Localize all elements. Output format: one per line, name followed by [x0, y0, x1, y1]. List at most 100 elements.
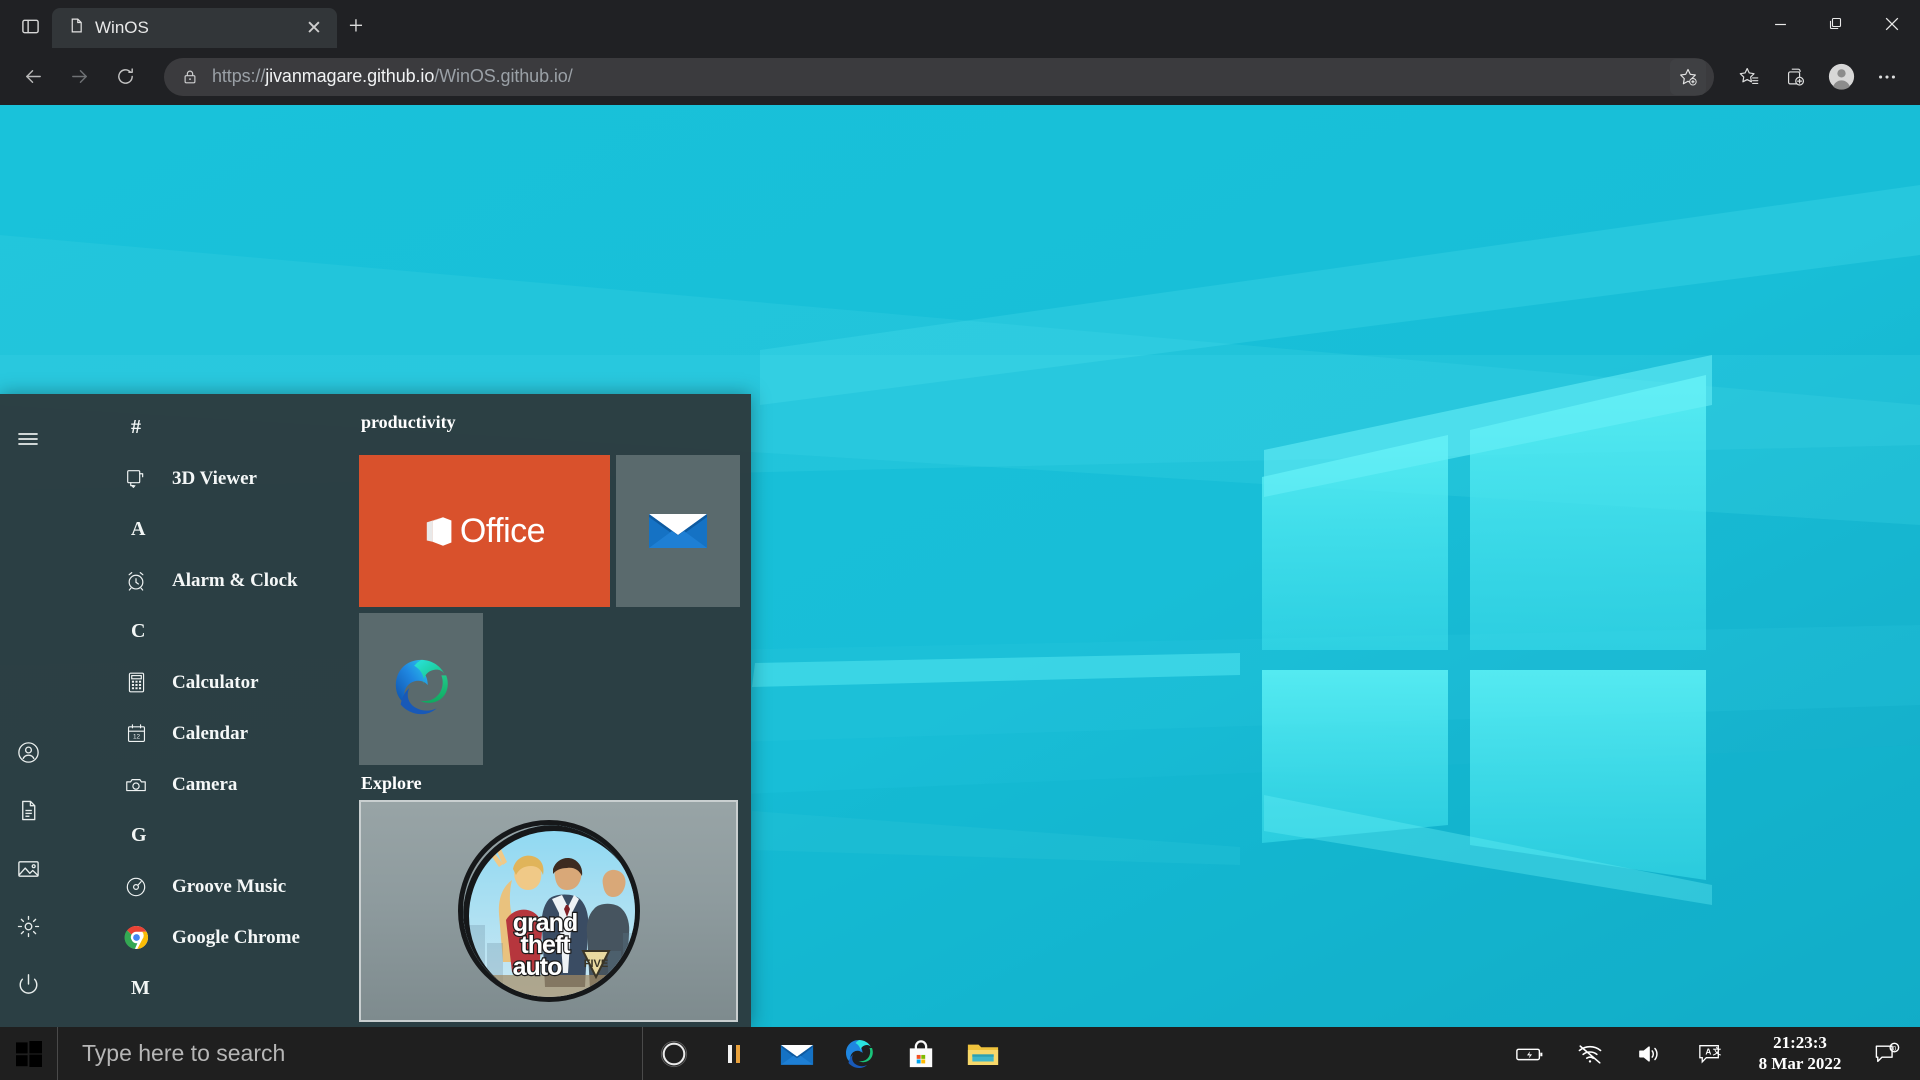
- taskbar-item-edge[interactable]: [828, 1027, 890, 1080]
- language-input-icon[interactable]: A 文: [1680, 1027, 1740, 1080]
- svg-text:12: 12: [132, 733, 140, 740]
- taskbar-item-task-view[interactable]: [704, 1027, 766, 1080]
- tile-gta-v[interactable]: grand theft auto FIVE: [359, 800, 738, 1022]
- tile-office[interactable]: Office: [359, 455, 610, 607]
- address-bar[interactable]: https://jivanmagare.github.io/WinOS.gith…: [164, 57, 1714, 96]
- alarm-clock-icon: [122, 567, 150, 595]
- calendar-icon: 12: [122, 720, 150, 748]
- browser-tab[interactable]: WinOS ✕: [52, 8, 337, 48]
- app-group-letter: A: [131, 518, 146, 540]
- start-rail: [0, 394, 56, 1027]
- new-tab-button[interactable]: +: [337, 7, 375, 45]
- profile-avatar[interactable]: [1820, 56, 1862, 98]
- office-logo: Office: [424, 511, 546, 551]
- minimize-button[interactable]: [1752, 0, 1808, 48]
- documents-icon[interactable]: [2, 781, 54, 839]
- taskbar-clock[interactable]: 21:23:3 8 Mar 2022: [1740, 1033, 1860, 1074]
- svg-text:0: 0: [1893, 1045, 1897, 1052]
- taskbar-items: [642, 1027, 1014, 1080]
- window-controls: [1752, 0, 1920, 48]
- app-label: Alarm & Clock: [172, 569, 298, 591]
- battery-icon[interactable]: [1500, 1027, 1560, 1080]
- notifications-icon[interactable]: 0: [1860, 1027, 1914, 1080]
- tab-actions-icon[interactable]: [8, 6, 52, 46]
- tab-strip: WinOS ✕ +: [0, 0, 1920, 48]
- office-label: Office: [459, 511, 546, 550]
- calculator-icon: [122, 669, 150, 697]
- wifi-off-icon[interactable]: [1560, 1027, 1620, 1080]
- clock-date: 8 Mar 2022: [1758, 1053, 1842, 1073]
- app-label: Google Chrome: [172, 926, 300, 948]
- user-account-icon[interactable]: [2, 723, 54, 781]
- address-text: https://jivanmagare.github.io/WinOS.gith…: [212, 66, 573, 86]
- tile-group-title-explore: Explore: [361, 773, 422, 793]
- taskbar-item-file-explorer[interactable]: [952, 1027, 1014, 1080]
- app-group-letter: C: [131, 620, 146, 642]
- desktop: # 3D Viewer A Alarm & Clock C Calculator…: [0, 105, 1920, 1080]
- app-item-camera[interactable]: Camera: [56, 759, 345, 810]
- tile-row-productivity-2: [359, 613, 751, 765]
- app-label: 3D Viewer: [172, 467, 257, 489]
- taskbar-item-microsoft-store[interactable]: [890, 1027, 952, 1080]
- app-item-google-chrome[interactable]: Google Chrome: [56, 912, 345, 963]
- tab-title: WinOS: [95, 18, 149, 37]
- app-label: Camera: [172, 773, 238, 795]
- app-label: Calculator: [172, 671, 259, 693]
- svg-text:文: 文: [1713, 1046, 1722, 1056]
- tile-group-title-productivity: productivity: [361, 412, 456, 432]
- system-tray: A 文 21:23:3 8 Mar 2022 0: [1500, 1027, 1920, 1080]
- app-item-groove-music[interactable]: Groove Music: [56, 861, 345, 912]
- settings-more-icon[interactable]: [1866, 56, 1908, 98]
- clock-time: 21:23:3: [1773, 1032, 1827, 1052]
- add-favorite-icon[interactable]: [1670, 58, 1706, 95]
- back-icon[interactable]: [12, 56, 54, 98]
- lock-icon: [182, 69, 198, 85]
- groove-music-icon: [122, 873, 150, 901]
- maximize-button[interactable]: [1808, 0, 1864, 48]
- start-menu: # 3D Viewer A Alarm & Clock C Calculator…: [0, 394, 751, 1027]
- search-input[interactable]: Type here to search: [57, 1027, 642, 1080]
- hamburger-menu-icon[interactable]: [2, 410, 54, 468]
- app-item-calendar[interactable]: 12 Calendar: [56, 708, 345, 759]
- app-group-letter: G: [131, 824, 147, 846]
- page-icon: [68, 17, 85, 39]
- pictures-icon[interactable]: [2, 839, 54, 897]
- tile-row-explore: grand theft auto FIVE: [359, 800, 751, 1022]
- tile-edge-browser[interactable]: [359, 613, 483, 765]
- app-item-3d-viewer[interactable]: 3D Viewer: [56, 453, 345, 504]
- camera-icon: [122, 771, 150, 799]
- mail-icon: [647, 506, 709, 557]
- app-group-letter: M: [131, 977, 150, 999]
- volume-icon[interactable]: [1620, 1027, 1680, 1080]
- gear-icon[interactable]: [2, 897, 54, 955]
- tile-row-productivity: Office: [359, 455, 751, 607]
- gta-v-artwork: grand theft auto FIVE: [457, 820, 640, 1002]
- taskbar-item-mail[interactable]: [766, 1027, 828, 1080]
- taskbar-item-cortana[interactable]: [642, 1027, 704, 1080]
- start-button[interactable]: [0, 1027, 57, 1080]
- app-group-letter: #: [131, 416, 141, 438]
- edge-icon: [390, 656, 452, 723]
- app-label: Calendar: [172, 722, 248, 744]
- power-icon[interactable]: [2, 955, 54, 1013]
- browser-window: WinOS ✕ + https://jivanmagare.github.io/…: [0, 0, 1920, 105]
- start-app-list[interactable]: # 3D Viewer A Alarm & Clock C Calculator…: [56, 394, 345, 1027]
- svg-text:FIVE: FIVE: [583, 958, 607, 970]
- collections-icon[interactable]: [1774, 56, 1816, 98]
- app-label: Groove Music: [172, 875, 287, 897]
- reload-icon[interactable]: [104, 56, 146, 98]
- svg-text:A: A: [1705, 1046, 1711, 1056]
- taskbar: Type here to search A 文 21:23:3 8 Mar 20…: [0, 1027, 1920, 1080]
- tab-close-icon[interactable]: ✕: [301, 15, 327, 41]
- app-item-alarm-clock[interactable]: Alarm & Clock: [56, 555, 345, 606]
- svg-text:auto: auto: [512, 953, 562, 981]
- tile-mail[interactable]: [616, 455, 740, 607]
- forward-icon[interactable]: [58, 56, 100, 98]
- close-button[interactable]: [1864, 0, 1920, 48]
- address-bar-actions: [1670, 58, 1706, 95]
- start-tiles: productivity Office Explore grand theft …: [345, 394, 751, 1027]
- chrome-icon: [122, 924, 150, 952]
- app-item-calculator[interactable]: Calculator: [56, 657, 345, 708]
- favorites-icon[interactable]: [1728, 56, 1770, 98]
- browser-toolbar: https://jivanmagare.github.io/WinOS.gith…: [0, 48, 1920, 105]
